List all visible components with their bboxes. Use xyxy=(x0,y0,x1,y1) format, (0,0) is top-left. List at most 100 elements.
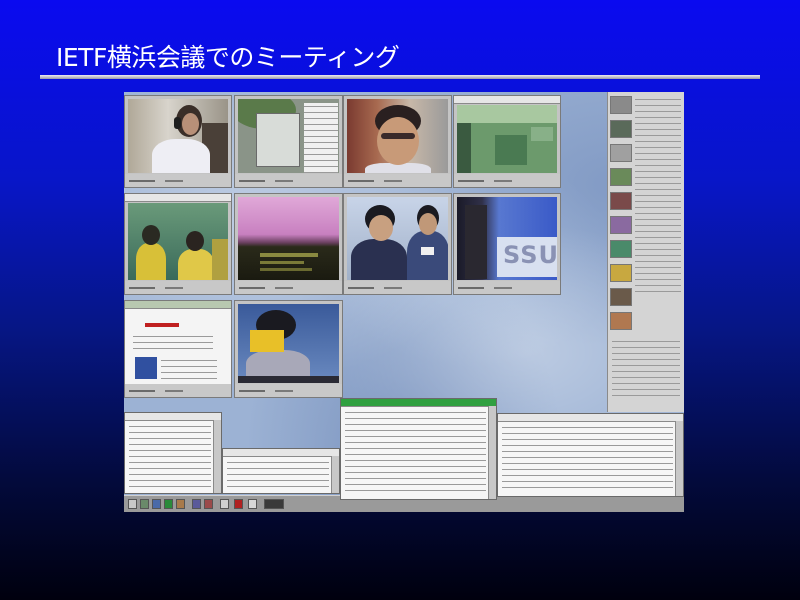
window-title-bar xyxy=(498,414,683,422)
video-window-banner: SSU xyxy=(453,193,561,295)
screen-top-area xyxy=(457,105,557,123)
terminal-text xyxy=(345,409,486,495)
thumbnail xyxy=(610,168,632,186)
banner-text: SSU xyxy=(503,241,557,269)
scrollbar xyxy=(675,421,683,496)
video-window-speaker xyxy=(234,300,343,398)
scrollbar xyxy=(488,406,496,499)
thumbnail xyxy=(610,312,632,330)
video-control-strip xyxy=(125,281,231,294)
video-feed xyxy=(238,99,339,173)
video-window-group-yellow xyxy=(124,193,232,295)
participant-body xyxy=(407,231,448,280)
thumbnail xyxy=(610,120,632,138)
window-title-bar xyxy=(341,399,496,407)
desk xyxy=(238,376,339,383)
video-window-two-participants xyxy=(343,193,452,295)
thumbnail xyxy=(610,216,632,234)
desktop-screenshot: SSU xyxy=(124,92,684,512)
video-feed xyxy=(347,99,448,173)
terminal-window-active xyxy=(340,398,497,500)
video-window-green-screen xyxy=(453,95,561,188)
video-window-face-closeup xyxy=(343,95,452,188)
video-control-strip xyxy=(235,384,342,397)
slide-text xyxy=(133,333,213,351)
participant-body xyxy=(351,239,407,280)
slide-image xyxy=(135,357,157,379)
participant-face xyxy=(369,215,393,241)
projected-text xyxy=(260,268,312,271)
terminal-window xyxy=(124,412,222,494)
video-control-strip xyxy=(454,174,560,187)
thumbnail xyxy=(610,96,632,114)
participant-face xyxy=(377,117,419,165)
taskbar-icon xyxy=(176,499,185,509)
terminal-window xyxy=(497,413,684,497)
glasses-icon xyxy=(381,133,415,139)
slide-viewer-window xyxy=(124,300,232,398)
participant-face xyxy=(250,330,284,352)
window-title-bar xyxy=(125,413,221,421)
video-control-strip xyxy=(125,174,231,187)
taskbar-icon xyxy=(234,499,243,509)
scrollbar xyxy=(213,420,221,493)
terminal-text xyxy=(502,424,673,492)
name-badge xyxy=(421,247,434,255)
taskbar-icon xyxy=(164,499,173,509)
terminal-text xyxy=(227,459,329,489)
video-control-strip xyxy=(344,174,451,187)
participant-body xyxy=(152,139,210,173)
thumbnail xyxy=(610,240,632,258)
taskbar-icon xyxy=(220,499,229,509)
participant-head xyxy=(186,231,204,251)
thumbnail xyxy=(610,192,632,210)
taskbar-icon xyxy=(264,499,284,509)
headset-icon xyxy=(174,117,181,129)
shared-window xyxy=(256,113,300,167)
taskbar-icon xyxy=(128,499,137,509)
window-title-bar xyxy=(454,96,560,104)
title-underline xyxy=(40,75,760,79)
taskbar-icon xyxy=(152,499,161,509)
window-title-bar xyxy=(125,194,231,202)
terminal-text xyxy=(129,423,211,489)
taskbar-icon xyxy=(140,499,149,509)
projected-text xyxy=(260,253,318,257)
participant-list xyxy=(635,96,681,296)
participant-face xyxy=(419,213,437,235)
video-control-strip xyxy=(235,174,342,187)
taskbar-icon xyxy=(248,499,257,509)
participant-face xyxy=(182,113,199,135)
video-control-strip xyxy=(235,281,342,294)
screen-block xyxy=(495,135,527,165)
video-window-room-screen xyxy=(234,193,343,295)
participant-head xyxy=(142,225,160,245)
screen-left-edge xyxy=(457,123,471,173)
window-title-bar xyxy=(223,449,339,457)
participant-body xyxy=(178,249,214,280)
slide-text xyxy=(161,357,217,379)
participant-body xyxy=(212,239,228,280)
slide-title: IETF横浜会議でのミーティング xyxy=(56,43,400,72)
session-control-panel xyxy=(607,92,684,412)
thumbnail xyxy=(610,264,632,282)
panel-info-text xyxy=(612,338,680,398)
scrollbar xyxy=(331,456,339,493)
video-feed xyxy=(238,304,339,383)
video-control-strip xyxy=(125,384,231,397)
video-window-headset-participant xyxy=(124,95,232,188)
menu-list xyxy=(304,103,338,173)
video-feed xyxy=(238,197,339,280)
video-window-desktop-share xyxy=(234,95,343,188)
screen-block xyxy=(531,127,553,141)
window-title-bar xyxy=(125,301,231,309)
video-feed xyxy=(347,197,448,280)
thumbnail xyxy=(610,288,632,306)
terminal-window xyxy=(222,448,340,494)
corridor-shadow xyxy=(465,205,487,279)
projected-text xyxy=(260,261,304,264)
thumbnail xyxy=(610,144,632,162)
video-feed: SSU xyxy=(457,197,557,280)
slide-red-bar xyxy=(145,323,179,327)
participant-body xyxy=(136,243,166,280)
